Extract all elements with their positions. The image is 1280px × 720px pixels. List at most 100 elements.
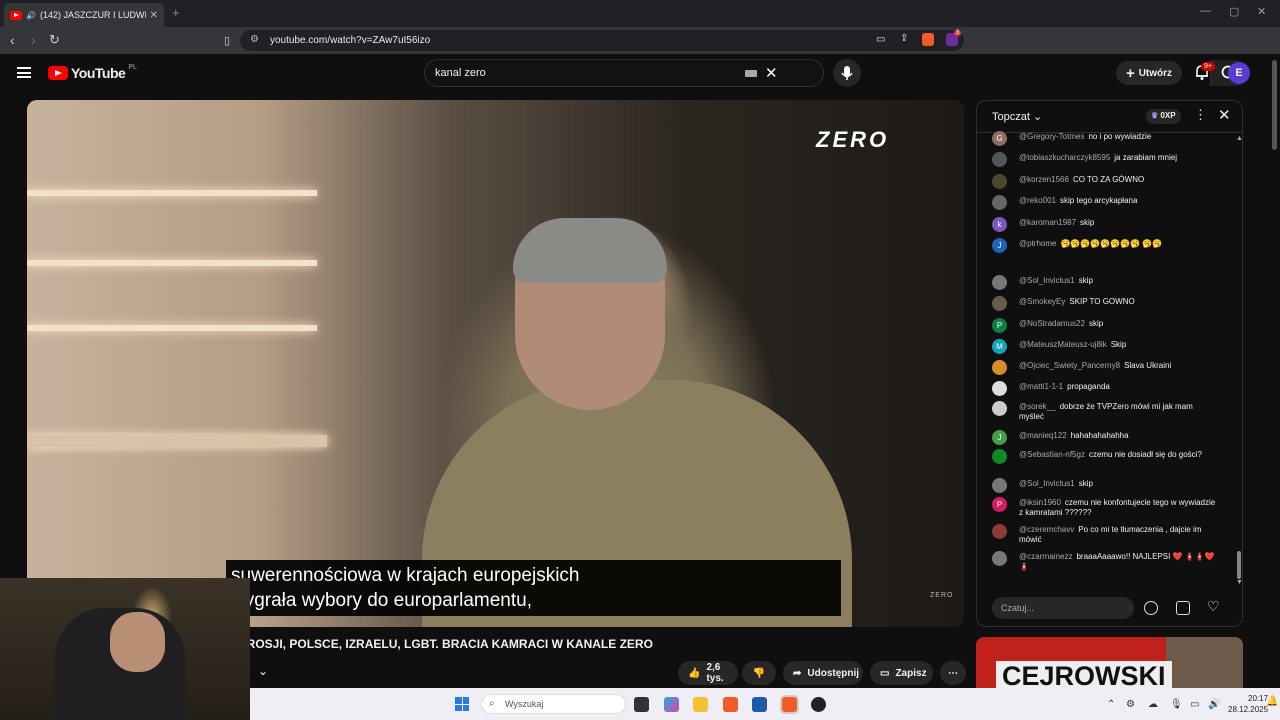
chat-scroll-down-icon[interactable]: ▼ (1236, 579, 1242, 586)
network-icon[interactable]: ▭ (1190, 699, 1199, 710)
chat-author-avatar[interactable]: J (992, 238, 1007, 253)
recommended-video-thumbnail[interactable]: CEJROWSKI (976, 637, 1243, 689)
chat-author-name[interactable]: @Sol_Invictus1 (1019, 276, 1075, 285)
chat-author-name[interactable]: @czarrnainezz (1019, 552, 1072, 561)
save-button[interactable]: ▭ Zapisz (870, 661, 933, 685)
store-icon[interactable] (752, 697, 767, 712)
xp-badge[interactable]: ♛ 0XP (1146, 109, 1181, 124)
dislike-button[interactable]: 👎 (742, 661, 776, 685)
back-icon[interactable]: ‹ (10, 32, 15, 48)
notifications-icon[interactable]: 🔔 (1266, 696, 1278, 707)
tray-chevron-icon[interactable]: ⌃ (1107, 699, 1115, 710)
chat-author-name[interactable]: @Sol_Invictus1 (1019, 479, 1075, 488)
chat-author-avatar[interactable]: J (992, 430, 1007, 445)
chat-author-avatar[interactable] (992, 152, 1007, 167)
account-avatar[interactable]: E (1228, 62, 1250, 84)
chat-author-name[interactable]: @Ojciec_Swiety_Pancerny8 (1019, 361, 1120, 370)
obs-icon[interactable] (811, 697, 826, 712)
chat-author-avatar[interactable] (992, 524, 1007, 539)
tab-close-icon[interactable]: ✕ (150, 10, 158, 21)
volume-icon[interactable]: 🔊 (1208, 699, 1220, 710)
speaker-icon[interactable]: 🔊 (26, 11, 36, 20)
reload-icon[interactable]: ↻ (49, 32, 60, 48)
chat-author-avatar[interactable] (992, 401, 1007, 416)
chat-mode-dropdown[interactable]: Topczat ⌄ (992, 110, 1042, 123)
video-subtitles: suwerennościowa w krajach europejskich w… (226, 560, 841, 616)
chat-author-avatar[interactable] (992, 174, 1007, 189)
clear-search-icon[interactable]: ✕ (765, 64, 778, 82)
menu-icon[interactable] (17, 67, 31, 78)
brave-active-icon[interactable] (780, 695, 799, 714)
chat-author-avatar[interactable] (992, 296, 1007, 311)
chat-author-name[interactable]: @MateuszMateusz-uj8ik (1019, 340, 1107, 349)
more-actions-button[interactable]: ⋯ (940, 661, 966, 685)
chat-author-name[interactable]: @reko001 (1019, 196, 1056, 205)
chat-author-name[interactable]: @NoStradamus22 (1019, 319, 1085, 328)
chat-close-icon[interactable]: ✕ (1218, 106, 1231, 124)
chat-author-name[interactable]: @Gregory-Totmes (1019, 132, 1084, 141)
chat-author-name[interactable]: @manieq122 (1019, 431, 1067, 440)
brave-shields-icon[interactable] (922, 33, 934, 46)
chat-author-name[interactable]: @korzen1566 (1019, 175, 1069, 184)
emoji-icon[interactable] (1144, 601, 1158, 615)
chat-author-avatar[interactable] (992, 275, 1007, 290)
chevron-down-icon[interactable]: ⌄ (258, 664, 268, 678)
chat-more-icon[interactable]: ⋮ (1194, 107, 1207, 123)
site-info-icon[interactable]: ⚙ (250, 34, 259, 45)
browser-tab[interactable]: 🔊 (142) JASZCZUR I LUDWICZEK ✕ (4, 3, 164, 27)
minimize-icon[interactable]: — (1200, 5, 1211, 17)
like-button[interactable]: 👍 2,6 tys. (678, 661, 738, 685)
chat-author-avatar[interactable]: G (992, 131, 1007, 146)
maximize-icon[interactable]: ▢ (1229, 5, 1239, 18)
chat-author-name[interactable]: @iksin1960 (1019, 498, 1061, 507)
heart-icon[interactable]: ♡ (1207, 598, 1220, 615)
page-scrollbar[interactable] (1272, 60, 1277, 150)
brave-browser-icon[interactable] (723, 697, 738, 712)
file-explorer-icon[interactable] (693, 697, 708, 712)
chat-author-name[interactable]: @sorek__ (1019, 402, 1056, 411)
bookmark-icon[interactable]: ▯ (224, 34, 230, 47)
chat-input[interactable]: Czatuj... (992, 597, 1134, 619)
chat-author-avatar[interactable]: k (992, 217, 1007, 232)
chat-author-name[interactable]: @tobiaszkucharczyk8595 (1019, 153, 1110, 162)
youtube-logo[interactable]: YouTube PL (48, 64, 137, 81)
taskbar-search[interactable]: ⌕ Wyszukaj (481, 694, 626, 714)
chat-scroll-up-icon[interactable]: ▲ (1236, 135, 1242, 142)
windows-start-icon[interactable] (455, 697, 469, 711)
task-view-icon[interactable] (634, 697, 649, 712)
chat-author-name[interactable]: @SmokeyEy (1019, 297, 1065, 306)
share-button[interactable]: ➦ Udostępnij (783, 661, 863, 685)
tray-app-icon[interactable]: ⚙ (1126, 699, 1135, 710)
cast-icon[interactable]: ▭ (876, 34, 885, 45)
chat-scrollbar[interactable] (1237, 551, 1241, 579)
search-input[interactable]: kanal zero ✕ (424, 59, 1248, 87)
voice-search-button[interactable] (833, 59, 861, 87)
chat-author-name[interactable]: @matti1-1-1 (1019, 382, 1063, 391)
share-icon[interactable]: ⇪ (900, 33, 908, 44)
chat-author-name[interactable]: @ptrhome (1019, 239, 1056, 248)
chat-author-avatar[interactable]: M (992, 339, 1007, 354)
forward-icon[interactable]: › (31, 32, 36, 48)
chat-author-avatar[interactable]: P (992, 497, 1007, 512)
window-close-icon[interactable]: ✕ (1257, 5, 1266, 18)
tray-cloud-icon[interactable]: ☁ (1148, 699, 1158, 710)
copilot-icon[interactable] (664, 697, 679, 712)
chat-author-name[interactable]: @czeremchavv (1019, 525, 1074, 534)
new-tab-button[interactable]: + (172, 5, 180, 20)
chat-author-name[interactable]: @karoman1987 (1019, 218, 1076, 227)
chat-author-avatar[interactable] (992, 478, 1007, 493)
keyboard-icon[interactable] (745, 70, 757, 77)
create-button[interactable]: + Utwórz (1116, 61, 1182, 85)
chat-author-avatar[interactable] (992, 360, 1007, 375)
chat-author-avatar[interactable] (992, 195, 1007, 210)
chat-author-avatar[interactable] (992, 449, 1007, 464)
tray-microphone-icon[interactable]: 🎙 (1170, 699, 1183, 710)
chat-author-avatar[interactable] (992, 551, 1007, 566)
chat-author-avatar[interactable] (992, 381, 1007, 396)
chat-author-avatar[interactable]: P (992, 318, 1007, 333)
super-chat-icon[interactable] (1176, 601, 1190, 615)
taskbar-clock[interactable]: 20:17 28.12.2025 (1228, 693, 1268, 715)
chat-author-name[interactable]: @Sebastian-nf5gz (1019, 450, 1085, 459)
address-bar[interactable]: ⚙ youtube.com/watch?v=ZAw7uI56izo ▭ ⇪ 3 (240, 30, 964, 51)
video-player[interactable]: ZERO ZERO (27, 100, 964, 627)
